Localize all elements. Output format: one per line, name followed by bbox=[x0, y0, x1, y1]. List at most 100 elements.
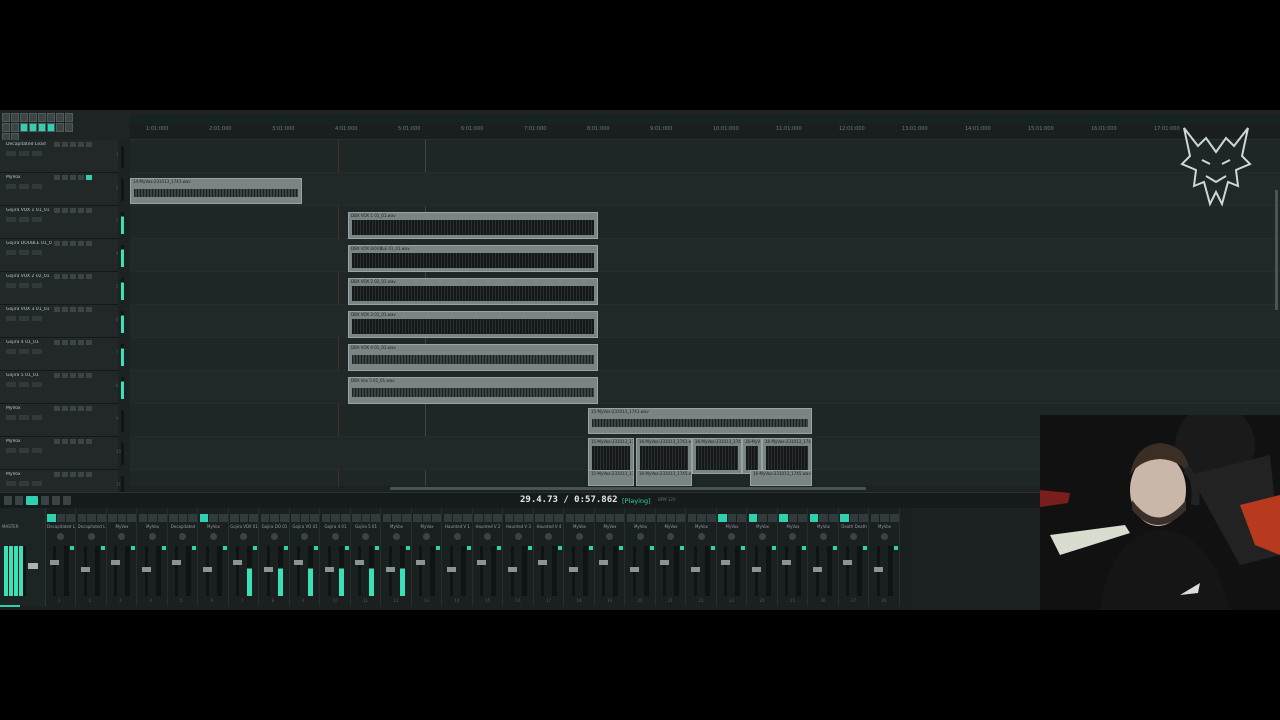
fader-track[interactable] bbox=[114, 546, 117, 596]
strip-fx-icon[interactable] bbox=[300, 514, 310, 522]
strip-route-icon[interactable] bbox=[767, 514, 777, 522]
automation-icon[interactable] bbox=[32, 448, 42, 453]
strip-select-icon[interactable] bbox=[596, 514, 605, 522]
mute-button[interactable] bbox=[466, 546, 471, 550]
strip-name[interactable]: Haunted V 2 bbox=[474, 524, 502, 529]
strip-route-icon[interactable] bbox=[828, 514, 838, 522]
fx-icon[interactable] bbox=[78, 472, 84, 477]
forward-icon[interactable] bbox=[63, 496, 71, 505]
audio-clip[interactable]: 14-MyVox-231013_1741.wav bbox=[130, 178, 302, 204]
strip-fx-icon[interactable] bbox=[392, 514, 401, 522]
strip-fx-icon[interactable] bbox=[148, 514, 157, 522]
strip-fx-icon[interactable] bbox=[849, 514, 859, 522]
monitor-icon[interactable] bbox=[86, 208, 92, 213]
fader-handle[interactable] bbox=[538, 560, 547, 565]
mute-button[interactable] bbox=[222, 546, 227, 550]
input-select[interactable] bbox=[19, 283, 29, 288]
input-select[interactable] bbox=[19, 448, 29, 453]
mute-button[interactable] bbox=[832, 546, 837, 550]
strip-name[interactable]: Gojira 5 01 bbox=[352, 524, 380, 529]
input-select[interactable] bbox=[19, 184, 29, 189]
monitor-icon[interactable] bbox=[86, 142, 92, 147]
strip-fx-icon[interactable] bbox=[575, 514, 584, 522]
strip-fx-icon[interactable] bbox=[361, 514, 371, 522]
solo-icon[interactable] bbox=[70, 241, 76, 246]
record-arm-icon[interactable] bbox=[54, 307, 60, 312]
fader-track[interactable] bbox=[236, 546, 239, 596]
fader-handle[interactable] bbox=[721, 560, 730, 565]
record-arm-icon[interactable] bbox=[54, 340, 60, 345]
track-lane[interactable] bbox=[130, 338, 1280, 371]
mute-button[interactable] bbox=[893, 546, 898, 550]
horizontal-scrollbar[interactable] bbox=[390, 487, 866, 490]
loop-icon[interactable] bbox=[52, 496, 60, 505]
pan-knob[interactable] bbox=[545, 533, 552, 540]
strip-fx-icon[interactable] bbox=[178, 514, 188, 522]
automation-icon[interactable] bbox=[32, 481, 42, 486]
strip-name[interactable]: MyVox bbox=[200, 524, 228, 529]
phase-icon[interactable] bbox=[6, 217, 16, 222]
fader-handle[interactable] bbox=[843, 560, 852, 565]
mute-button[interactable] bbox=[192, 546, 196, 550]
track-lane[interactable] bbox=[130, 140, 1280, 173]
strip-select-icon[interactable] bbox=[77, 514, 87, 522]
strip-fx-icon[interactable] bbox=[636, 514, 645, 522]
strip-fx-icon[interactable] bbox=[453, 514, 462, 522]
input-select[interactable] bbox=[19, 382, 29, 387]
fader-handle[interactable] bbox=[416, 560, 425, 565]
fader-handle[interactable] bbox=[233, 560, 242, 565]
fader-track[interactable] bbox=[602, 546, 605, 596]
fader-handle[interactable] bbox=[263, 567, 273, 572]
strip-route-icon[interactable] bbox=[371, 514, 381, 522]
pan-knob[interactable] bbox=[514, 533, 522, 540]
fader-handle[interactable] bbox=[446, 567, 456, 572]
strip-name[interactable]: Death Death bbox=[840, 524, 868, 529]
strip-fx-icon[interactable] bbox=[758, 514, 767, 522]
fader-handle[interactable] bbox=[50, 560, 59, 565]
track-lane[interactable] bbox=[130, 173, 1280, 206]
pan-knob[interactable] bbox=[179, 533, 186, 540]
audio-clip[interactable]: DBX VOX DOUBLE 01_01.wav bbox=[348, 245, 598, 272]
strip-select-icon[interactable] bbox=[870, 514, 880, 522]
strip-select-icon[interactable] bbox=[199, 514, 209, 522]
record-arm-icon[interactable] bbox=[54, 472, 60, 477]
record-arm-icon[interactable] bbox=[54, 241, 60, 246]
strip-select-icon[interactable] bbox=[626, 514, 636, 522]
mute-button[interactable] bbox=[375, 546, 379, 550]
fader-handle[interactable] bbox=[812, 567, 822, 572]
phase-icon[interactable] bbox=[6, 481, 16, 486]
record-arm-icon[interactable] bbox=[54, 406, 60, 411]
strip-route-icon[interactable] bbox=[645, 514, 655, 522]
track-header[interactable]: MyVox 9 bbox=[0, 404, 124, 437]
strip-select-icon[interactable] bbox=[565, 514, 575, 522]
pan-knob[interactable] bbox=[423, 533, 430, 540]
fader-track[interactable] bbox=[785, 546, 788, 596]
mute-icon[interactable] bbox=[62, 208, 68, 213]
fader-handle[interactable] bbox=[385, 567, 395, 572]
strip-fx-icon[interactable] bbox=[514, 514, 523, 522]
input-select[interactable] bbox=[19, 151, 29, 156]
fader-handle[interactable] bbox=[507, 567, 517, 572]
automation-icon[interactable] bbox=[32, 382, 42, 387]
strip-fx-icon[interactable] bbox=[483, 514, 493, 522]
strip-name[interactable]: Gojira VO 01 bbox=[291, 524, 319, 529]
track-header[interactable]: Gojira VOX 3 01_01 6 bbox=[0, 305, 124, 338]
mute-icon[interactable] bbox=[62, 175, 68, 180]
track-name[interactable]: MyVox bbox=[6, 175, 52, 180]
strip-name[interactable]: MyVox bbox=[596, 524, 624, 529]
strip-select-icon[interactable] bbox=[382, 514, 392, 522]
solo-icon[interactable] bbox=[70, 208, 76, 213]
pan-knob[interactable] bbox=[575, 533, 583, 540]
ruler-top-bar[interactable] bbox=[130, 114, 1280, 124]
mute-button[interactable] bbox=[405, 546, 410, 550]
automation-icon[interactable] bbox=[32, 217, 42, 222]
toolbar-tool-icon[interactable] bbox=[65, 123, 73, 132]
timeline-ruler[interactable]: 1:01:000 2:01:000 3:01:000 4:01:000 5:01:000… bbox=[130, 124, 1280, 140]
record-arm-icon[interactable] bbox=[54, 274, 60, 279]
strip-select-icon[interactable] bbox=[352, 514, 361, 522]
mute-button[interactable] bbox=[283, 546, 288, 550]
strip-name[interactable]: MyVox bbox=[383, 524, 411, 529]
track-header[interactable]: Gojira 5 01_01 8 bbox=[0, 371, 124, 404]
record-arm-icon[interactable] bbox=[54, 175, 60, 180]
solo-icon[interactable] bbox=[70, 439, 76, 444]
